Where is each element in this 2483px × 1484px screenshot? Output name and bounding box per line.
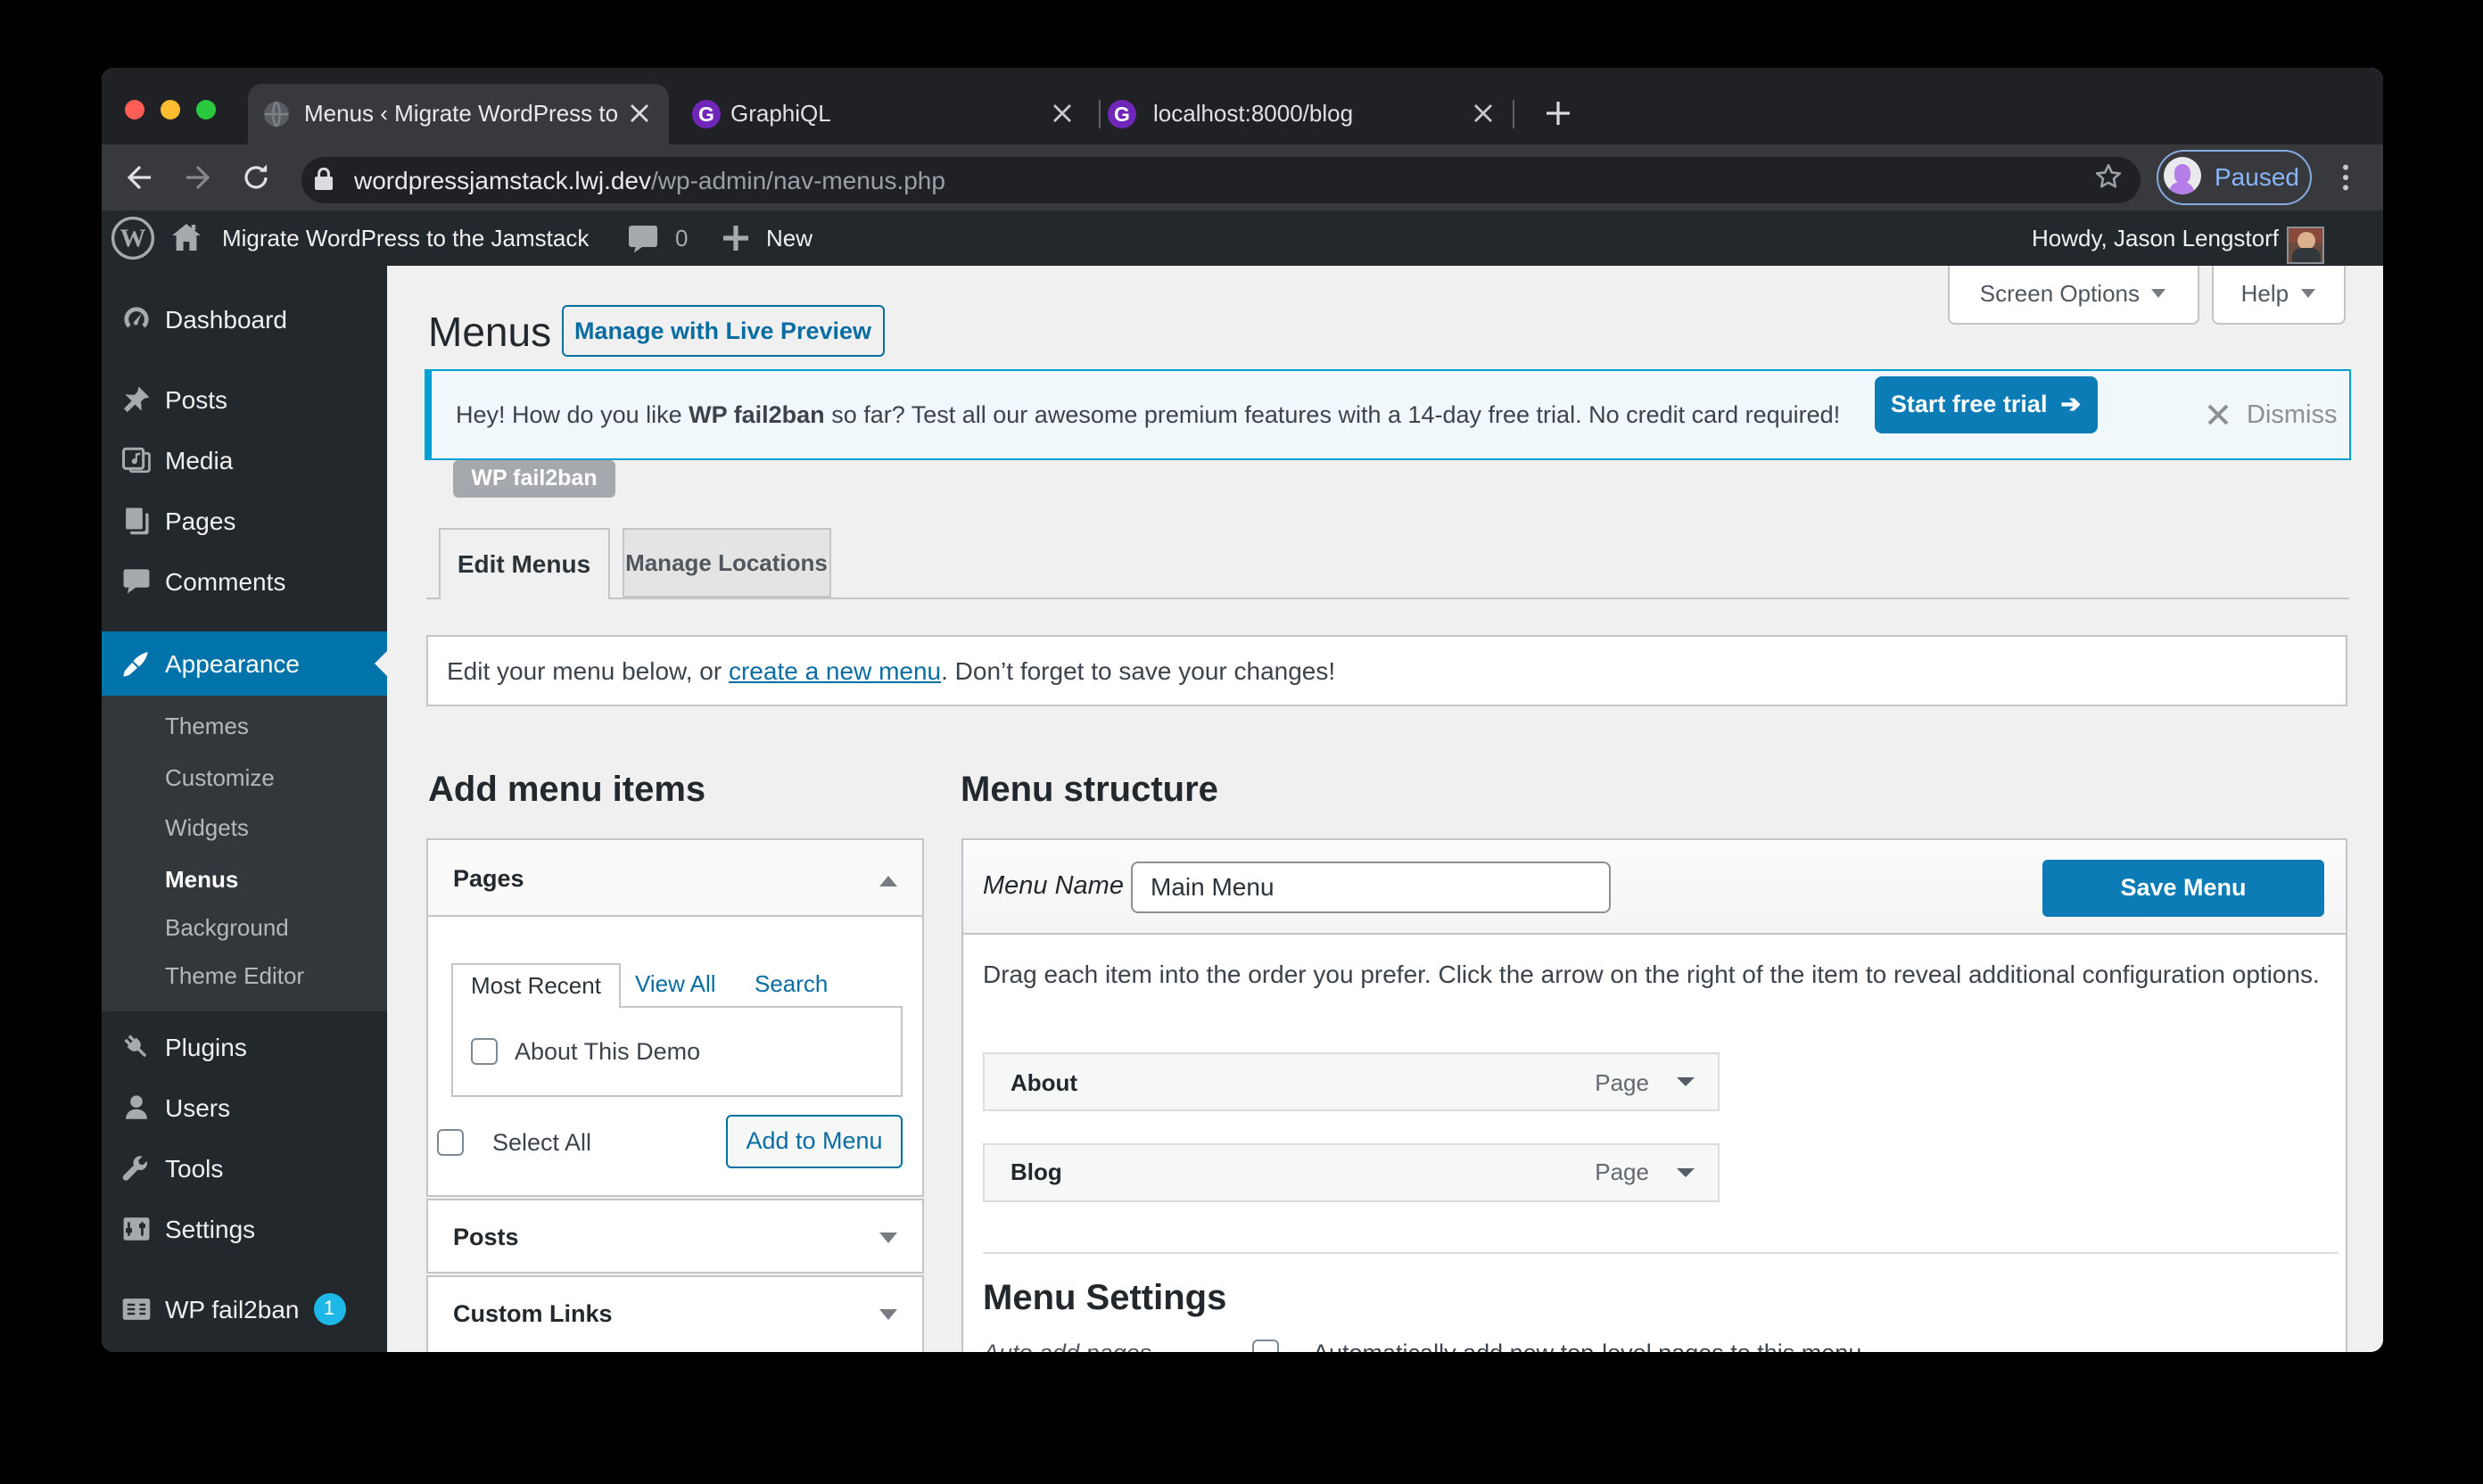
svg-text:G: G: [1113, 102, 1129, 125]
svg-text:G: G: [697, 102, 714, 125]
svg-text:W: W: [120, 224, 145, 252]
